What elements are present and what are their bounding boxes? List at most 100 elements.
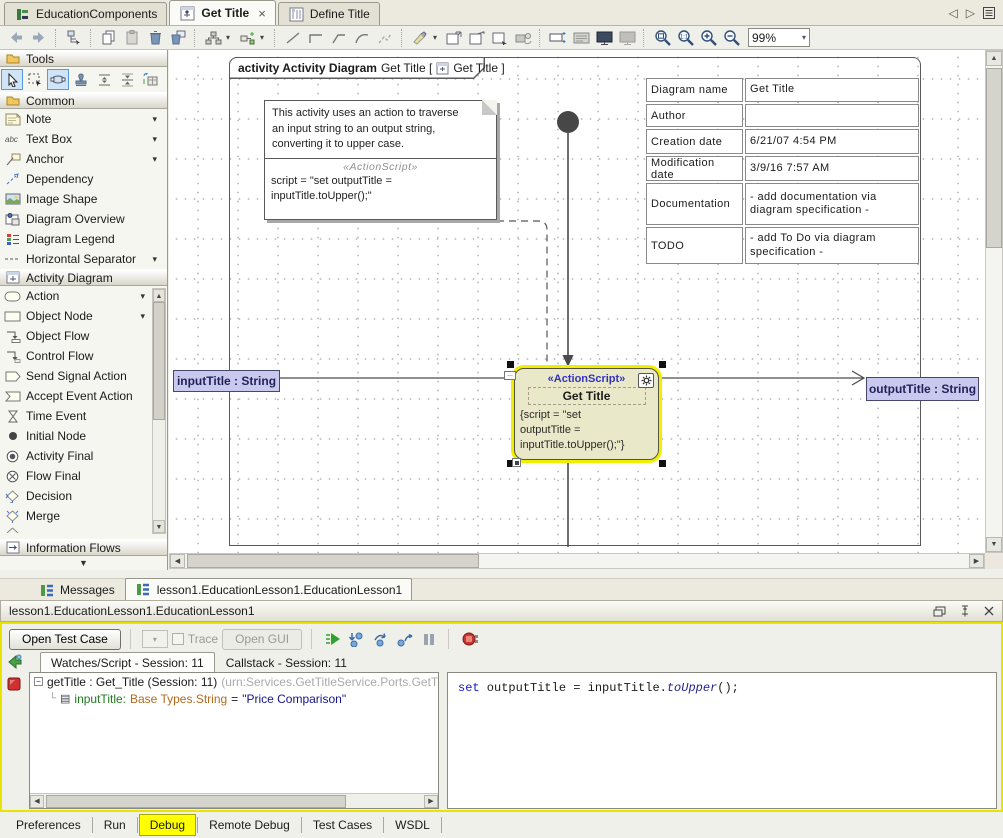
selection-handle[interactable] xyxy=(659,361,666,368)
diagram-list-icon[interactable] xyxy=(983,7,995,19)
tab-lesson-session[interactable]: lesson1.EducationLesson1.EducationLesson… xyxy=(125,578,413,600)
tab-get-title[interactable]: Get Title × xyxy=(169,0,275,25)
paste-icon[interactable] xyxy=(122,28,142,48)
tab-watches-script[interactable]: Watches/Script - Session: 11 xyxy=(40,652,215,672)
zoom-1-1-icon[interactable]: 1:1 xyxy=(675,28,695,48)
palette-item-accept-event-action[interactable]: Accept Event Action xyxy=(0,386,167,406)
palette-item-anchor[interactable]: Anchor ▾ xyxy=(0,149,167,169)
dropdown-arrow-icon[interactable]: ▾ xyxy=(152,154,157,165)
display-related-elements-icon[interactable] xyxy=(237,28,257,48)
previous-diagram-icon[interactable]: ◁ xyxy=(949,6,958,20)
scroll-down-icon[interactable]: ▼ xyxy=(153,520,165,533)
watches-child-row[interactable]: └ ▤ inputTitle: Base Types.String = "Pri… xyxy=(30,690,438,707)
layout-hierarchy-icon[interactable] xyxy=(203,28,223,48)
palette-item-control-flow[interactable]: Control Flow xyxy=(0,346,167,366)
table-cell-value[interactable] xyxy=(745,104,919,127)
watches-tree-panel[interactable]: − getTitle : Get_Title (Session: 11) (ur… xyxy=(29,672,439,809)
palette-header-tools[interactable]: Tools xyxy=(0,50,167,67)
scroll-down-icon[interactable]: ▼ xyxy=(986,537,1002,552)
select-in-containment-tree-icon[interactable] xyxy=(64,28,84,48)
float-panel-icon[interactable] xyxy=(933,606,946,617)
selection-tool-button[interactable] xyxy=(1,69,23,90)
palette-item-object-flow[interactable]: Object Flow xyxy=(0,326,167,346)
table-cell-label[interactable]: Diagram name xyxy=(646,78,743,102)
collaboration-status-icon[interactable] xyxy=(513,28,533,48)
delete-icon[interactable] xyxy=(145,28,165,48)
action-node-get-title[interactable]: ... «ActionScript» Get Title {script = "… xyxy=(514,368,659,460)
delete-from-diagram-icon[interactable] xyxy=(168,28,188,48)
tab-debug[interactable]: Debug xyxy=(139,814,196,836)
line-style-oblique-icon[interactable] xyxy=(329,28,349,48)
input-flow-label[interactable]: inputTitle : String xyxy=(173,370,280,392)
diagram-canvas[interactable]: activity Activity Diagram Get Title [ Ge… xyxy=(169,50,985,553)
canvas-hscrollbar[interactable]: ◀ ▶ xyxy=(169,553,985,569)
scroll-right-icon[interactable]: ▶ xyxy=(969,554,984,568)
open-in-new-tab-icon[interactable] xyxy=(444,28,464,48)
palette-header-common[interactable]: Common xyxy=(0,92,167,109)
palette-item-diagram-overview[interactable]: Diagram Overview xyxy=(0,209,167,229)
line-style-bezier-icon[interactable] xyxy=(352,28,372,48)
close-tab-icon[interactable]: × xyxy=(258,6,266,21)
note-shape[interactable]: This activity uses an action to traverse… xyxy=(264,100,497,220)
palette-item-merge[interactable]: Merge xyxy=(0,506,167,526)
tab-define-title[interactable]: Define Title xyxy=(278,2,380,25)
tab-wsdl[interactable]: WSDL xyxy=(385,815,440,835)
palette-item-diagram-legend[interactable]: Diagram Legend xyxy=(0,229,167,249)
tree-collapse-icon[interactable]: − xyxy=(34,677,43,686)
watches-hscrollbar[interactable]: ◀ ▶ xyxy=(30,793,438,808)
palette-item-dependency[interactable]: Dependency xyxy=(0,169,167,189)
tab-test-cases[interactable]: Test Cases xyxy=(303,815,382,835)
swap-elements-button[interactable] xyxy=(139,69,161,90)
layout-dropdown-icon[interactable]: ▾ xyxy=(226,33,234,42)
shape-select-tool-button[interactable] xyxy=(47,69,69,90)
output-flow-label[interactable]: outputTitle : String xyxy=(866,377,979,401)
palette-header-information-flows[interactable]: Information Flows xyxy=(0,539,167,556)
table-cell-value[interactable]: - add To Do via diagram specification - xyxy=(745,227,919,264)
zoom-in-icon[interactable] xyxy=(698,28,718,48)
palette-item-activity-final[interactable]: Activity Final xyxy=(0,446,167,466)
step-into-icon[interactable] xyxy=(347,629,367,649)
palette-item-time-event[interactable]: Time Event xyxy=(0,406,167,426)
close-panel-icon[interactable] xyxy=(984,606,994,616)
scroll-left-icon[interactable]: ◀ xyxy=(30,795,44,808)
palette-header-activity-diagram[interactable]: Activity Diagram xyxy=(0,269,167,286)
input-pin-marker[interactable]: ... xyxy=(504,371,516,380)
related-dropdown-icon[interactable]: ▾ xyxy=(260,33,268,42)
resume-icon[interactable] xyxy=(323,629,343,649)
tab-messages[interactable]: Messages xyxy=(28,580,125,600)
selection-handle[interactable] xyxy=(659,460,666,467)
line-style-straight-icon[interactable] xyxy=(283,28,303,48)
canvas-vscrollbar-thumb[interactable] xyxy=(986,68,1002,248)
marquee-select-tool-button[interactable] xyxy=(24,69,46,90)
close-diagram-window-icon[interactable] xyxy=(490,28,510,48)
breakpoint-icon[interactable] xyxy=(7,677,23,693)
expand-marker[interactable] xyxy=(512,458,521,467)
copy-icon[interactable] xyxy=(99,28,119,48)
zoom-level-combo[interactable]: 99% ▾ xyxy=(748,28,810,47)
table-cell-value[interactable]: - add documentation via diagram specific… xyxy=(745,183,919,225)
watches-hscrollbar-thumb[interactable] xyxy=(46,795,346,808)
palette-item-text-box[interactable]: abc Text Box ▾ xyxy=(0,129,167,149)
scroll-left-icon[interactable]: ◀ xyxy=(170,554,185,568)
grid-options-icon[interactable] xyxy=(571,28,591,48)
palette-scrollbar[interactable]: ▲ ▼ xyxy=(152,288,166,534)
table-cell-label[interactable]: TODO xyxy=(646,227,743,264)
palette-item-clipped[interactable] xyxy=(0,526,167,533)
table-cell-label[interactable]: Creation date xyxy=(646,129,743,154)
stamp-tool-button[interactable] xyxy=(70,69,92,90)
palette-item-send-signal-action[interactable]: Send Signal Action xyxy=(0,366,167,386)
format-painter-icon[interactable] xyxy=(410,28,430,48)
step-over-icon[interactable] xyxy=(371,629,391,649)
palette-item-action[interactable]: Action ▾ xyxy=(0,286,167,306)
script-editor[interactable]: set outputTitle = inputTitle.toUpper(); xyxy=(447,672,997,809)
compress-vertically-button[interactable] xyxy=(116,69,138,90)
table-cell-label[interactable]: Documentation xyxy=(646,183,743,225)
forward-button[interactable] xyxy=(29,28,49,48)
fit-in-window-icon[interactable] xyxy=(652,28,672,48)
full-screen-icon[interactable] xyxy=(617,28,637,48)
tab-run[interactable]: Run xyxy=(94,815,136,835)
tab-education-components[interactable]: EducationComponents xyxy=(4,2,167,25)
pin-panel-icon[interactable] xyxy=(960,605,970,617)
watches-root-row[interactable]: − getTitle : Get_Title (Session: 11) (ur… xyxy=(30,673,438,690)
line-style-custom-icon[interactable] xyxy=(375,28,395,48)
